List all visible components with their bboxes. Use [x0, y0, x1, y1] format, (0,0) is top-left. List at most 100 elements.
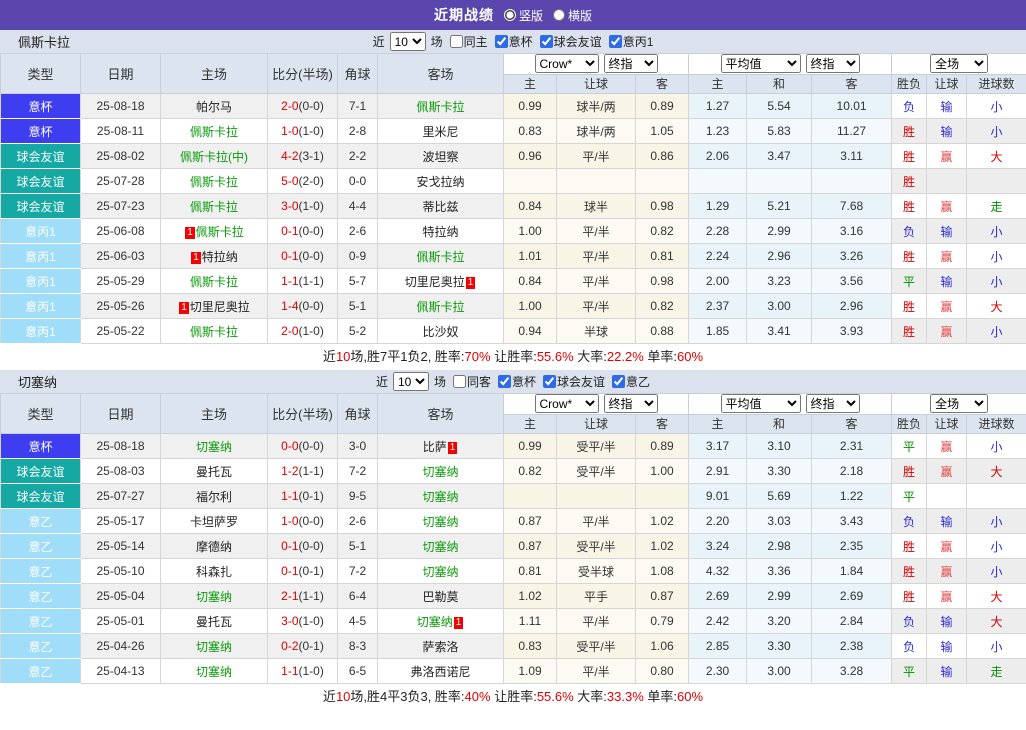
fulltime-select[interactable]: 全场	[930, 54, 988, 73]
team-name[interactable]: 佩斯卡拉	[190, 275, 238, 289]
team-name[interactable]: 佩斯卡拉(中)	[180, 150, 248, 164]
team-name[interactable]: 佩斯卡拉	[190, 175, 238, 189]
team-name[interactable]: 特拉纳	[422, 225, 458, 239]
odds-company-select[interactable]: Crow*	[535, 394, 599, 413]
team-name[interactable]: 切塞纳	[196, 665, 232, 679]
team-name[interactable]: 切塞纳	[422, 515, 458, 529]
halftime-score: (0-0)	[299, 439, 324, 453]
layout-radio-vertical[interactable]: 竖版	[504, 7, 543, 24]
league-0-filter[interactable]: 意杯	[494, 373, 536, 390]
match-filter-controls: 近10场同客意杯球会友谊意乙	[376, 372, 650, 391]
league-2-checkbox[interactable]	[609, 35, 622, 48]
col-crow-home: 主	[504, 74, 557, 94]
team-name[interactable]: 佩斯卡拉	[416, 250, 464, 264]
team-name[interactable]: 切里尼奥拉	[405, 275, 465, 289]
same-venue-checkbox[interactable]	[450, 35, 463, 48]
team-name[interactable]: 科森扎	[196, 565, 232, 579]
team-name[interactable]: 特拉纳	[202, 250, 238, 264]
team-name[interactable]: 弗洛西诺尼	[410, 665, 470, 679]
league-1-filter[interactable]: 球会友谊	[536, 33, 602, 50]
team-name[interactable]: 切里尼奥拉	[190, 300, 250, 314]
same-venue-filter[interactable]: 同客	[449, 373, 491, 390]
avg-away-odds: 2.18	[812, 459, 892, 484]
horizontal-radio-icon[interactable]	[553, 9, 565, 21]
team-name[interactable]: 佩斯卡拉	[190, 125, 238, 139]
average-select[interactable]: 平均值	[721, 394, 801, 413]
fulltime-select[interactable]: 全场	[930, 394, 988, 413]
team-name[interactable]: 帕尔马	[196, 100, 232, 114]
recent-count-select[interactable]: 10	[390, 32, 426, 51]
result-cell: 负	[892, 219, 927, 244]
away-team-cell: 切塞纳	[378, 559, 504, 584]
corner-cell: 0-9	[338, 244, 378, 269]
vertical-radio-icon[interactable]	[504, 9, 516, 21]
team-name[interactable]: 切塞纳	[417, 615, 453, 629]
team-name[interactable]: 萨索洛	[422, 640, 458, 654]
col-handicap-result: 让球	[927, 74, 967, 94]
team-name[interactable]: 曼托瓦	[196, 615, 232, 629]
league-2-filter[interactable]: 意丙1	[605, 33, 654, 50]
league-2-filter[interactable]: 意乙	[608, 373, 650, 390]
team-name[interactable]: 切塞纳	[422, 565, 458, 579]
team-name[interactable]: 波坦察	[422, 150, 458, 164]
col-crow-away: 客	[636, 414, 689, 434]
corner-cell: 5-1	[338, 534, 378, 559]
average-select[interactable]: 平均值	[721, 54, 801, 73]
team-name[interactable]: 切塞纳	[196, 590, 232, 604]
crow-away-odds: 0.80	[636, 659, 689, 684]
team-name[interactable]: 卡坦萨罗	[190, 515, 238, 529]
away-team-cell: 波坦察	[378, 144, 504, 169]
crow-away-odds: 1.06	[636, 634, 689, 659]
final-odds-select[interactable]: 终指	[604, 394, 658, 413]
crow-handicap: 平手	[557, 584, 636, 609]
team-name[interactable]: 切塞纳	[196, 440, 232, 454]
league-1-filter[interactable]: 球会友谊	[539, 373, 605, 390]
home-team-cell: 切塞纳	[161, 434, 268, 459]
team-name[interactable]: 佩斯卡拉	[190, 325, 238, 339]
avg-home-odds: 2.00	[689, 269, 747, 294]
team-name[interactable]: 佩斯卡拉	[416, 300, 464, 314]
team-name[interactable]: 切塞纳	[196, 640, 232, 654]
team-name[interactable]: 比沙奴	[422, 325, 458, 339]
team-name[interactable]: 巴勒莫	[422, 590, 458, 604]
team-name[interactable]: 佩斯卡拉	[416, 100, 464, 114]
team-name[interactable]: 蒂比兹	[422, 200, 458, 214]
team-name[interactable]: 福尔利	[196, 490, 232, 504]
league-0-checkbox[interactable]	[498, 375, 511, 388]
team-name[interactable]: 佩斯卡拉	[190, 200, 238, 214]
result-cell: 平	[892, 659, 927, 684]
team-name[interactable]: 曼托瓦	[196, 465, 232, 479]
fulltime-score: 1-0	[281, 514, 298, 528]
league-1-checkbox[interactable]	[540, 35, 553, 48]
league-1-checkbox[interactable]	[543, 375, 556, 388]
away-team-cell: 比沙奴	[378, 319, 504, 344]
team-name[interactable]: 切塞纳	[422, 490, 458, 504]
team-name[interactable]: 佩斯卡拉	[196, 225, 244, 239]
handicap-result-cell: 赢	[927, 459, 967, 484]
team-name[interactable]: 比萨	[423, 440, 447, 454]
match-date: 25-08-03	[81, 459, 161, 484]
layout-radio-horizontal[interactable]: 横版	[553, 7, 592, 24]
team-name[interactable]: 切塞纳	[422, 540, 458, 554]
same-venue-filter[interactable]: 同主	[446, 33, 488, 50]
odds-company-select[interactable]: Crow*	[535, 54, 599, 73]
team-name[interactable]: 摩德纳	[196, 540, 232, 554]
corner-cell: 5-2	[338, 319, 378, 344]
recent-count-select[interactable]: 10	[393, 372, 429, 391]
home-team-cell: 佩斯卡拉	[161, 319, 268, 344]
team-name[interactable]: 安戈拉纳	[416, 175, 464, 189]
home-team-cell: 1特拉纳	[161, 244, 268, 269]
final-average-select[interactable]: 终指	[806, 394, 860, 413]
league-0-filter[interactable]: 意杯	[491, 33, 533, 50]
col-corner: 角球	[338, 54, 378, 94]
col-type: 类型	[1, 54, 81, 94]
average-selects: 平均值终指	[689, 54, 891, 73]
team-name[interactable]: 里米尼	[422, 125, 458, 139]
league-0-checkbox[interactable]	[495, 35, 508, 48]
same-venue-checkbox[interactable]	[453, 375, 466, 388]
summary-value: 33.3%	[607, 689, 644, 704]
final-odds-select[interactable]: 终指	[604, 54, 658, 73]
final-average-select[interactable]: 终指	[806, 54, 860, 73]
league-2-checkbox[interactable]	[612, 375, 625, 388]
team-name[interactable]: 切塞纳	[422, 465, 458, 479]
